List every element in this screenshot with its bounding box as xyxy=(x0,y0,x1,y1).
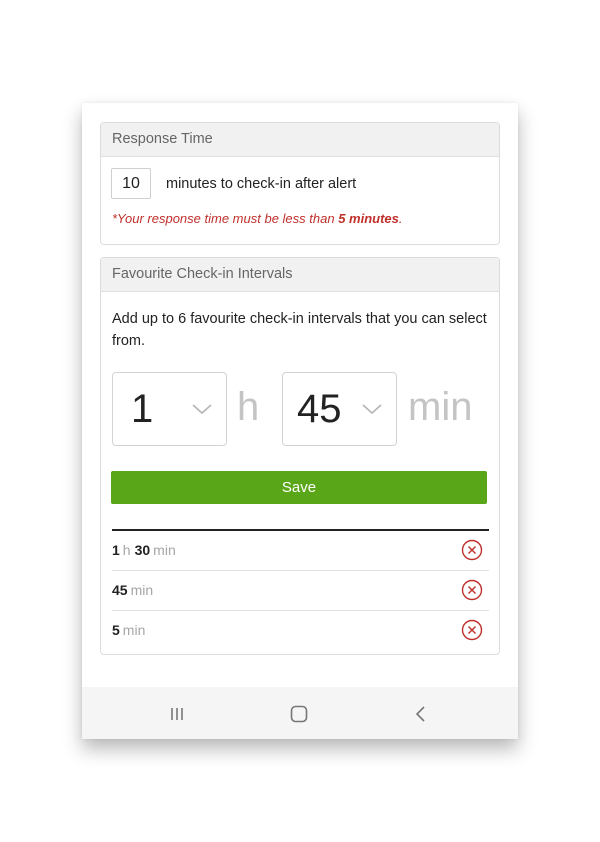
hours-value: 1 xyxy=(131,387,154,431)
phone-screen: Response Time minutes to check-in after … xyxy=(82,103,518,739)
list-item: 1 h 30 min xyxy=(112,531,489,571)
interval-minutes: 30 xyxy=(134,542,151,558)
favourite-intervals-description: Add up to 6 favourite check-in intervals… xyxy=(112,311,487,349)
response-time-label: minutes to check-in after alert xyxy=(166,175,357,192)
response-time-input[interactable] xyxy=(111,168,151,199)
response-time-header: Response Time xyxy=(101,123,499,157)
remove-circle-icon[interactable] xyxy=(461,539,483,561)
save-button[interactable]: Save xyxy=(111,471,487,504)
warning-suffix: . xyxy=(398,211,403,226)
interval-hours-unit: h xyxy=(122,542,131,558)
hours-unit-label: h xyxy=(237,385,260,429)
list-item: 5 min xyxy=(112,611,489,650)
back-icon[interactable] xyxy=(409,702,433,726)
favourite-intervals-card: Favourite Check-in Intervals Add up to 6… xyxy=(100,257,500,655)
home-icon[interactable] xyxy=(287,702,311,726)
chevron-down-icon xyxy=(192,404,212,415)
interval-minutes: 5 xyxy=(112,622,120,638)
remove-circle-icon[interactable] xyxy=(461,619,483,641)
warning-limit: 5 minutes xyxy=(338,211,399,226)
interval-minutes: 45 xyxy=(112,582,128,598)
warning-prefix: *Your response time must be less than xyxy=(112,211,339,226)
interval-minutes-unit: min xyxy=(122,622,146,638)
recent-apps-icon[interactable] xyxy=(165,702,189,726)
response-time-card: Response Time minutes to check-in after … xyxy=(100,122,500,245)
chevron-down-icon xyxy=(362,404,382,415)
response-time-row: minutes to check-in after alert xyxy=(111,168,356,199)
interval-minutes-unit: min xyxy=(153,542,176,558)
android-navigation-bar xyxy=(82,687,518,739)
minutes-value: 45 xyxy=(297,387,342,431)
minutes-unit-label: min xyxy=(408,385,473,429)
minutes-select[interactable]: 45 xyxy=(282,372,397,446)
interval-minutes-unit: min xyxy=(130,582,154,598)
response-time-warning: *Your response time must be less than 5 … xyxy=(112,211,403,226)
list-item: 45 min xyxy=(112,571,489,611)
hours-select[interactable]: 1 xyxy=(112,372,227,446)
favourite-intervals-list: 1 h 30 min 45 min 5 min xyxy=(112,529,489,650)
interval-hours: 1 xyxy=(112,542,120,558)
favourite-intervals-header: Favourite Check-in Intervals xyxy=(101,258,499,292)
remove-circle-icon[interactable] xyxy=(461,579,483,601)
